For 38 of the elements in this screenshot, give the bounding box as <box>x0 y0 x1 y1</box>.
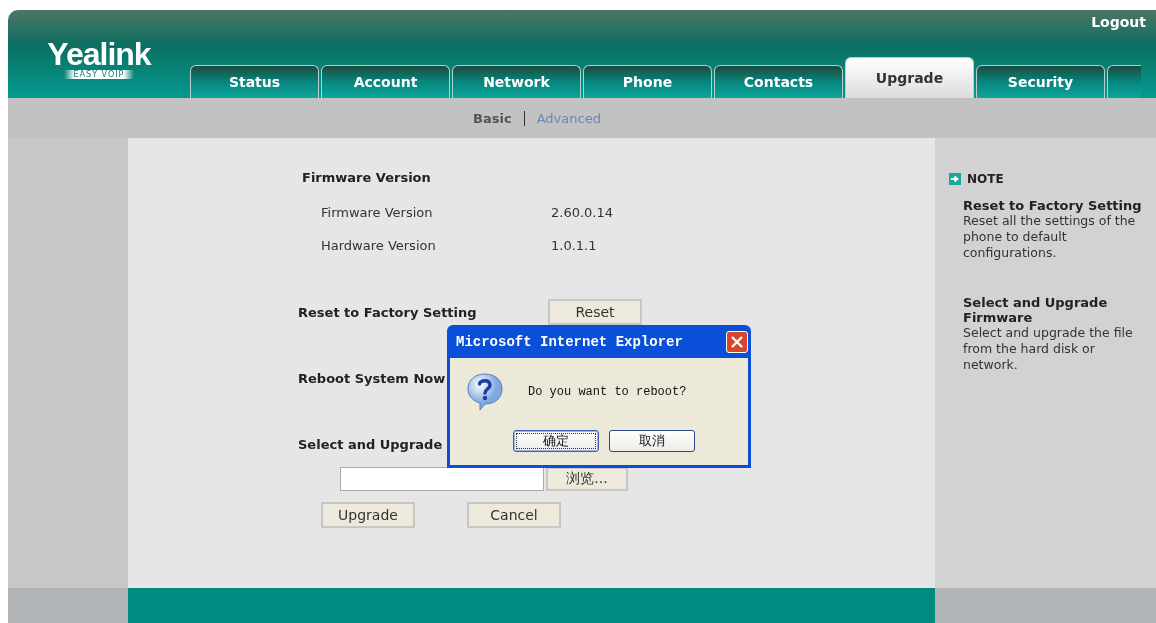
note-text: Select and upgrade the file from the hard disk or network. <box>963 325 1134 373</box>
logo: Yealink <box>47 37 151 70</box>
action-label: Select and Upgrade <box>298 436 444 452</box>
reset-button[interactable]: Reset <box>548 299 642 325</box>
nav-tab[interactable]: Contacts <box>714 65 843 98</box>
arrow-icon <box>949 173 961 185</box>
dialog-button[interactable]: 确定 <box>513 430 599 452</box>
info-label: Hardware Version <box>321 238 437 253</box>
nav-tab[interactable]: Upgrade <box>845 57 974 98</box>
form-button[interactable]: Cancel <box>467 502 561 528</box>
nav-tab[interactable]: Account <box>321 65 450 98</box>
question-icon <box>466 372 504 412</box>
info-label: Firmware Version <box>321 205 434 220</box>
action-label: Reset to Factory Setting <box>298 304 478 320</box>
logo-tagline: EASY VOIP <box>63 69 135 79</box>
nav-tab[interactable]: Status <box>190 65 319 98</box>
note-text: Reset all the settings of the phone to default configurations. <box>963 213 1137 261</box>
nav-tab[interactable]: Network <box>452 65 581 98</box>
note-title: NOTE <box>967 172 1004 186</box>
note-heading: Select and Upgrade Firmware <box>963 295 1109 325</box>
logout-link[interactable]: Logout <box>1091 14 1146 30</box>
browse-button[interactable]: 浏览... <box>546 467 628 491</box>
info-value: 2.60.0.14 <box>551 205 615 220</box>
subnav-link[interactable]: Basic <box>473 110 512 126</box>
nav-tab[interactable] <box>1107 65 1141 98</box>
dialog-message: Do you want to reboot? <box>528 385 687 399</box>
dialog-button[interactable]: 取消 <box>609 430 695 452</box>
section-title: Firmware Version <box>302 170 432 185</box>
file-path-field[interactable] <box>340 467 544 491</box>
action-label: Reboot System Now <box>298 370 447 386</box>
close-icon <box>730 334 744 349</box>
note-heading: Reset to Factory Setting <box>963 198 1143 213</box>
form-button[interactable]: Upgrade <box>321 502 415 528</box>
close-button[interactable] <box>726 330 748 353</box>
nav-tab[interactable]: Security <box>976 65 1105 98</box>
info-value: 1.0.1.1 <box>551 238 598 253</box>
nav-tab[interactable]: Phone <box>583 65 712 98</box>
dialog-title: Microsoft Internet Explorer <box>456 333 683 350</box>
